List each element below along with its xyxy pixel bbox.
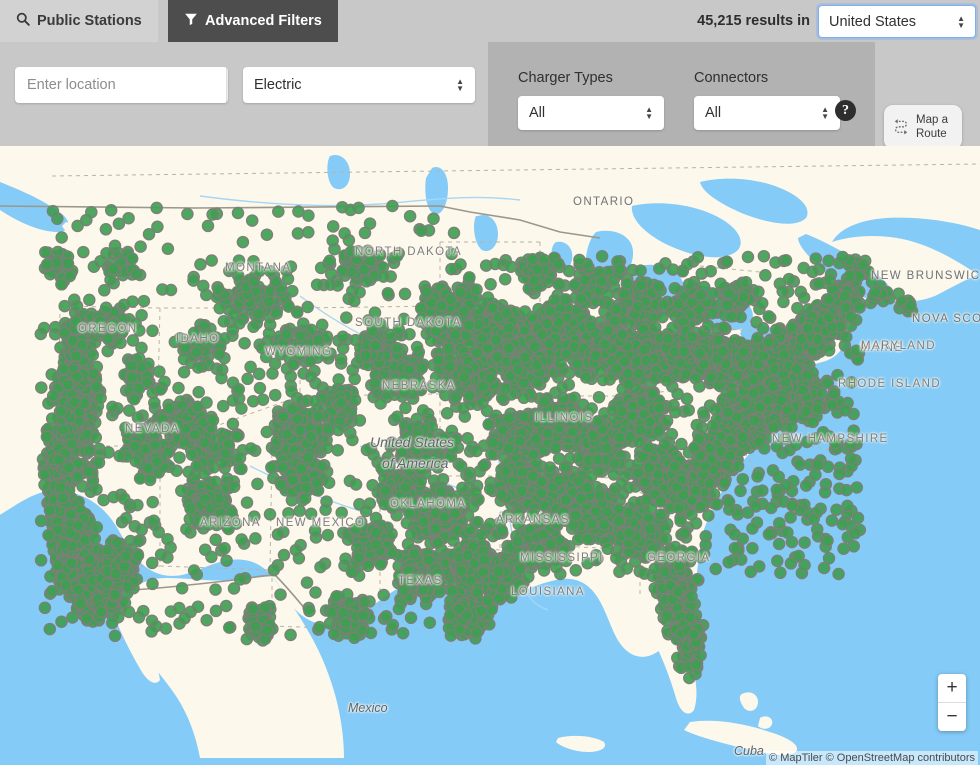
charger-types-label: Charger Types	[518, 70, 613, 86]
fuel-type-select[interactable]: Electric ▲ ▼	[243, 67, 475, 103]
location-search-group	[15, 67, 228, 103]
tab-bar: Public Stations Advanced Filters 45,215 …	[0, 0, 980, 42]
connectors-label: Connectors	[694, 70, 769, 86]
filter-icon	[184, 12, 198, 30]
location-input[interactable]	[15, 67, 226, 103]
map-attribution: © MapTiler © OpenStreetMap contributors	[766, 751, 978, 765]
map-a-route-label: Map a Route	[916, 113, 948, 140]
search-icon	[16, 12, 30, 30]
map-canvas	[0, 146, 980, 758]
map-a-route-button[interactable]: Map a Route	[884, 105, 962, 149]
chevron-updown-icon: ▲ ▼	[821, 105, 829, 121]
help-icon[interactable]: ?	[835, 100, 856, 121]
connectors-value: All	[705, 105, 722, 121]
charger-types-group: Charger Types All ▲ ▼	[518, 70, 664, 130]
chevron-updown-icon: ▲ ▼	[645, 105, 653, 121]
connectors-group: Connectors All ▲ ▼	[694, 70, 840, 130]
search-icon	[227, 75, 228, 96]
ev-station-map-app: Public Stations Advanced Filters 45,215 …	[0, 0, 980, 765]
chevron-updown-icon: ▲ ▼	[456, 77, 464, 93]
country-select-value: United States	[829, 13, 917, 30]
zoom-in-button[interactable]: +	[938, 674, 966, 703]
location-search-button[interactable]	[226, 67, 228, 103]
country-select[interactable]: United States ▲ ▼	[818, 5, 976, 38]
station-map[interactable]: ONTARIONEW BRUNSWICKNOVA SCOTIANORTH DAK…	[0, 146, 980, 765]
route-icon	[891, 115, 911, 139]
connectors-select[interactable]: All ▲ ▼	[694, 96, 840, 130]
fuel-type-value: Electric	[254, 77, 302, 93]
map-zoom-controls: + −	[938, 674, 966, 731]
tab-public-stations[interactable]: Public Stations	[0, 0, 158, 42]
charger-types-value: All	[529, 105, 546, 121]
tab-public-stations-label: Public Stations	[37, 13, 142, 29]
chevron-updown-icon: ▲ ▼	[957, 13, 965, 30]
zoom-out-button[interactable]: −	[938, 703, 966, 731]
charger-types-select[interactable]: All ▲ ▼	[518, 96, 664, 130]
results-count: 45,215 results in	[697, 13, 810, 29]
filter-bar: Electric ▲▼ Charger Types All ▲▼ Connect…	[0, 42, 980, 149]
tab-advanced-filters[interactable]: Advanced Filters	[168, 0, 338, 42]
tab-advanced-filters-label: Advanced Filters	[205, 13, 322, 29]
